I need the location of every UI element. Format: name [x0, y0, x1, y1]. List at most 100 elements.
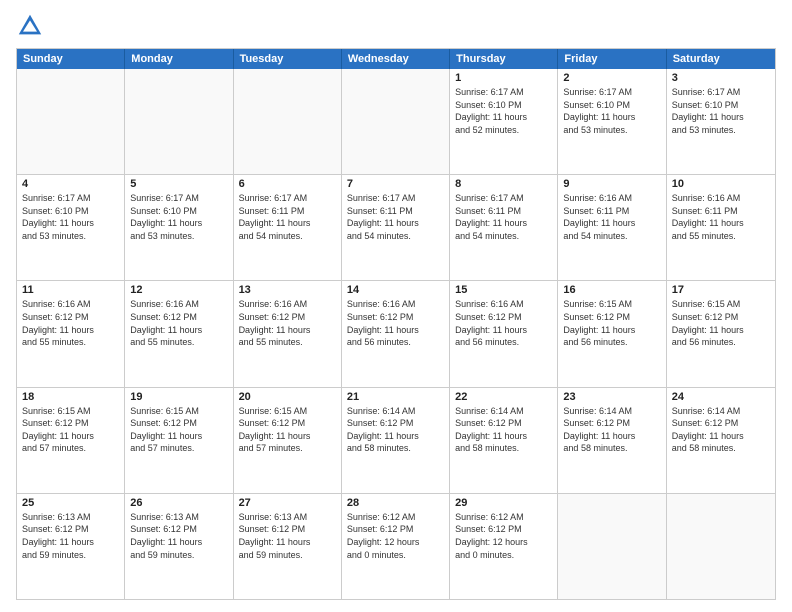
day-number: 18: [22, 391, 119, 403]
weekday-header: Monday: [125, 49, 233, 69]
day-number: 8: [455, 178, 552, 190]
day-info: Sunrise: 6:15 AM Sunset: 6:12 PM Dayligh…: [22, 405, 119, 455]
day-info: Sunrise: 6:17 AM Sunset: 6:10 PM Dayligh…: [563, 86, 660, 136]
header: [16, 12, 776, 40]
calendar-cell: 29 Sunrise: 6:12 AM Sunset: 6:12 PM Dayli…: [450, 494, 558, 599]
generalblue-icon: [16, 12, 44, 40]
calendar-cell: 5 Sunrise: 6:17 AM Sunset: 6:10 PM Daylig…: [125, 175, 233, 280]
calendar-cell: 3 Sunrise: 6:17 AM Sunset: 6:10 PM Daylig…: [667, 69, 775, 174]
weekday-header: Thursday: [450, 49, 558, 69]
day-info: Sunrise: 6:15 AM Sunset: 6:12 PM Dayligh…: [239, 405, 336, 455]
day-info: Sunrise: 6:17 AM Sunset: 6:11 PM Dayligh…: [239, 192, 336, 242]
logo: [16, 12, 48, 40]
day-number: 10: [672, 178, 770, 190]
day-info: Sunrise: 6:16 AM Sunset: 6:12 PM Dayligh…: [239, 298, 336, 348]
calendar-cell: 16 Sunrise: 6:15 AM Sunset: 6:12 PM Dayli…: [558, 281, 666, 386]
calendar-cell: 27 Sunrise: 6:13 AM Sunset: 6:12 PM Dayli…: [234, 494, 342, 599]
day-number: 3: [672, 72, 770, 84]
calendar-cell: 28 Sunrise: 6:12 AM Sunset: 6:12 PM Dayli…: [342, 494, 450, 599]
day-number: 28: [347, 497, 444, 509]
calendar-cell: 14 Sunrise: 6:16 AM Sunset: 6:12 PM Dayli…: [342, 281, 450, 386]
calendar-cell: [558, 494, 666, 599]
day-number: 2: [563, 72, 660, 84]
calendar-cell: 23 Sunrise: 6:14 AM Sunset: 6:12 PM Dayli…: [558, 388, 666, 493]
day-info: Sunrise: 6:14 AM Sunset: 6:12 PM Dayligh…: [455, 405, 552, 455]
calendar-body: 1 Sunrise: 6:17 AM Sunset: 6:10 PM Daylig…: [17, 69, 775, 599]
day-number: 16: [563, 284, 660, 296]
calendar-cell: 6 Sunrise: 6:17 AM Sunset: 6:11 PM Daylig…: [234, 175, 342, 280]
day-number: 15: [455, 284, 552, 296]
calendar-cell: 8 Sunrise: 6:17 AM Sunset: 6:11 PM Daylig…: [450, 175, 558, 280]
day-info: Sunrise: 6:13 AM Sunset: 6:12 PM Dayligh…: [22, 511, 119, 561]
day-info: Sunrise: 6:16 AM Sunset: 6:11 PM Dayligh…: [672, 192, 770, 242]
day-number: 21: [347, 391, 444, 403]
day-info: Sunrise: 6:14 AM Sunset: 6:12 PM Dayligh…: [347, 405, 444, 455]
day-number: 9: [563, 178, 660, 190]
weekday-header: Friday: [558, 49, 666, 69]
day-number: 19: [130, 391, 227, 403]
calendar-cell: [667, 494, 775, 599]
calendar-cell: 4 Sunrise: 6:17 AM Sunset: 6:10 PM Daylig…: [17, 175, 125, 280]
calendar-row: 11 Sunrise: 6:16 AM Sunset: 6:12 PM Dayli…: [17, 280, 775, 386]
calendar-cell: 22 Sunrise: 6:14 AM Sunset: 6:12 PM Dayli…: [450, 388, 558, 493]
day-number: 1: [455, 72, 552, 84]
day-number: 20: [239, 391, 336, 403]
day-info: Sunrise: 6:16 AM Sunset: 6:12 PM Dayligh…: [347, 298, 444, 348]
day-info: Sunrise: 6:17 AM Sunset: 6:10 PM Dayligh…: [22, 192, 119, 242]
calendar-cell: 1Sunrise: 6:17 AM Sunset: 6:10 PM Daylig…: [450, 69, 558, 174]
day-info: Sunrise: 6:15 AM Sunset: 6:12 PM Dayligh…: [563, 298, 660, 348]
calendar: SundayMondayTuesdayWednesdayThursdayFrid…: [16, 48, 776, 600]
day-number: 27: [239, 497, 336, 509]
calendar-row: 25 Sunrise: 6:13 AM Sunset: 6:12 PM Dayli…: [17, 493, 775, 599]
day-info: Sunrise: 6:14 AM Sunset: 6:12 PM Dayligh…: [672, 405, 770, 455]
weekday-header: Sunday: [17, 49, 125, 69]
day-number: 7: [347, 178, 444, 190]
calendar-cell: 11 Sunrise: 6:16 AM Sunset: 6:12 PM Dayli…: [17, 281, 125, 386]
day-number: 11: [22, 284, 119, 296]
calendar-cell: [234, 69, 342, 174]
calendar-cell: 15 Sunrise: 6:16 AM Sunset: 6:12 PM Dayli…: [450, 281, 558, 386]
calendar-cell: 24Sunrise: 6:14 AM Sunset: 6:12 PM Dayli…: [667, 388, 775, 493]
calendar-cell: 13Sunrise: 6:16 AM Sunset: 6:12 PM Dayli…: [234, 281, 342, 386]
day-info: Sunrise: 6:17 AM Sunset: 6:11 PM Dayligh…: [455, 192, 552, 242]
day-info: Sunrise: 6:15 AM Sunset: 6:12 PM Dayligh…: [130, 405, 227, 455]
day-number: 14: [347, 284, 444, 296]
day-info: Sunrise: 6:14 AM Sunset: 6:12 PM Dayligh…: [563, 405, 660, 455]
calendar-cell: 26Sunrise: 6:13 AM Sunset: 6:12 PM Dayli…: [125, 494, 233, 599]
day-number: 25: [22, 497, 119, 509]
day-info: Sunrise: 6:17 AM Sunset: 6:10 PM Dayligh…: [672, 86, 770, 136]
day-info: Sunrise: 6:16 AM Sunset: 6:12 PM Dayligh…: [130, 298, 227, 348]
day-number: 23: [563, 391, 660, 403]
calendar-cell: 19 Sunrise: 6:15 AM Sunset: 6:12 PM Dayli…: [125, 388, 233, 493]
calendar-cell: 17 Sunrise: 6:15 AM Sunset: 6:12 PM Dayli…: [667, 281, 775, 386]
day-info: Sunrise: 6:13 AM Sunset: 6:12 PM Dayligh…: [239, 511, 336, 561]
calendar-row: 18 Sunrise: 6:15 AM Sunset: 6:12 PM Dayli…: [17, 387, 775, 493]
calendar-cell: [125, 69, 233, 174]
page: SundayMondayTuesdayWednesdayThursdayFrid…: [0, 0, 792, 612]
calendar-row: 4 Sunrise: 6:17 AM Sunset: 6:10 PM Daylig…: [17, 174, 775, 280]
day-info: Sunrise: 6:15 AM Sunset: 6:12 PM Dayligh…: [672, 298, 770, 348]
day-info: Sunrise: 6:12 AM Sunset: 6:12 PM Dayligh…: [347, 511, 444, 561]
day-number: 17: [672, 284, 770, 296]
day-number: 4: [22, 178, 119, 190]
calendar-cell: 7 Sunrise: 6:17 AM Sunset: 6:11 PM Daylig…: [342, 175, 450, 280]
calendar-header: SundayMondayTuesdayWednesdayThursdayFrid…: [17, 49, 775, 69]
calendar-cell: 2 Sunrise: 6:17 AM Sunset: 6:10 PM Daylig…: [558, 69, 666, 174]
day-info: Sunrise: 6:16 AM Sunset: 6:12 PM Dayligh…: [22, 298, 119, 348]
day-number: 29: [455, 497, 552, 509]
day-number: 12: [130, 284, 227, 296]
calendar-cell: 9Sunrise: 6:16 AM Sunset: 6:11 PM Daylig…: [558, 175, 666, 280]
day-info: Sunrise: 6:17 AM Sunset: 6:11 PM Dayligh…: [347, 192, 444, 242]
calendar-cell: 25 Sunrise: 6:13 AM Sunset: 6:12 PM Dayli…: [17, 494, 125, 599]
calendar-cell: 10 Sunrise: 6:16 AM Sunset: 6:11 PM Dayli…: [667, 175, 775, 280]
day-number: 6: [239, 178, 336, 190]
day-info: Sunrise: 6:16 AM Sunset: 6:12 PM Dayligh…: [455, 298, 552, 348]
day-info: Sunrise: 6:17 AM Sunset: 6:10 PM Dayligh…: [130, 192, 227, 242]
day-number: 22: [455, 391, 552, 403]
day-number: 5: [130, 178, 227, 190]
calendar-cell: 21 Sunrise: 6:14 AM Sunset: 6:12 PM Dayli…: [342, 388, 450, 493]
weekday-header: Wednesday: [342, 49, 450, 69]
calendar-cell: 20 Sunrise: 6:15 AM Sunset: 6:12 PM Dayli…: [234, 388, 342, 493]
calendar-cell: [17, 69, 125, 174]
day-info: Sunrise: 6:12 AM Sunset: 6:12 PM Dayligh…: [455, 511, 552, 561]
